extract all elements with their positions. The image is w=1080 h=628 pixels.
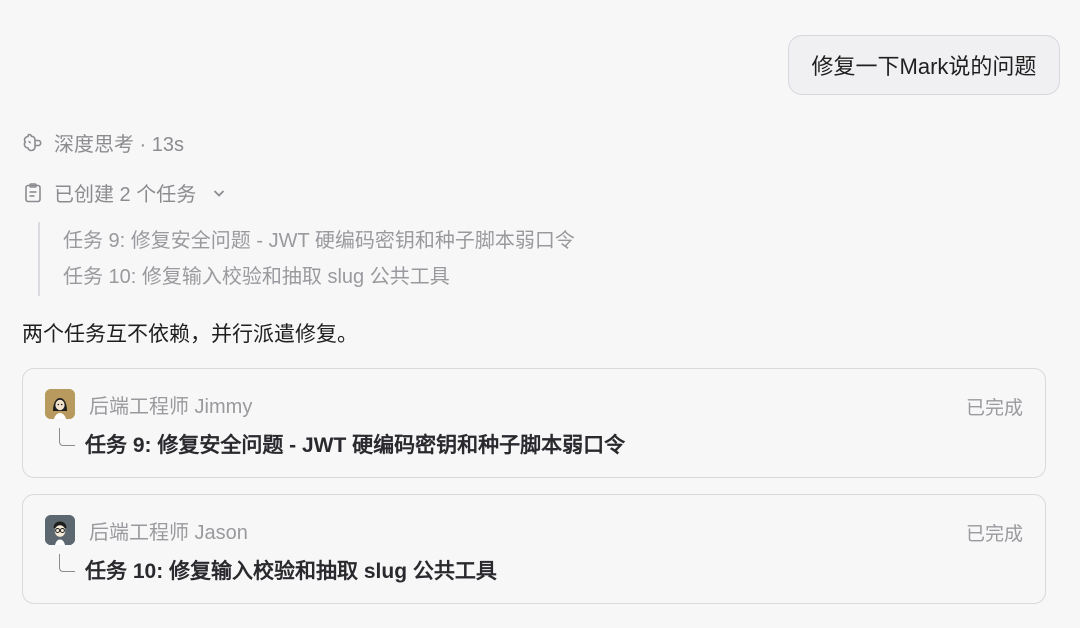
created-task-list: 任务 9: 修复安全问题 - JWT 硬编码密钥和种子脚本弱口令 任务 10: … [38,222,575,296]
thinking-label: 深度思考 · 13s [54,134,185,156]
status-badge: 已完成 [965,524,1023,545]
clipboard-icon [22,182,44,204]
agent-name: 后端工程师 Jimmy [89,395,253,418]
elbow-connector-icon [59,554,75,572]
agent-avatar-jason [45,515,75,545]
task-list-item: 任务 9: 修复安全问题 - JWT 硬编码密钥和种子脚本弱口令 [63,230,575,252]
created-tasks-toggle[interactable]: 已创建 2 个任务 [22,178,230,207]
assistant-message: 两个任务互不依赖，并行派遣修复。 [22,323,358,346]
agent-name: 后端工程师 Jason [89,521,248,544]
brain-icon [22,132,44,154]
task-list-item: 任务 10: 修复输入校验和抽取 slug 公共工具 [63,266,450,288]
agent-task-title: 任务 9: 修复安全问题 - JWT 硬编码密钥和种子脚本弱口令 [85,434,626,457]
created-tasks-label: 已创建 2 个任务 [54,184,197,206]
agent-task-card[interactable]: 后端工程师 Jimmy 已完成 任务 9: 修复安全问题 - JWT 硬编码密钥… [22,368,1046,478]
elbow-connector-icon [59,428,75,446]
status-badge: 已完成 [965,398,1023,419]
user-message-bubble: 修复一下Mark说的问题 [788,35,1060,95]
thinking-row[interactable]: 深度思考 · 13s [22,128,184,157]
agent-avatar-jimmy [45,389,75,419]
agent-task-card[interactable]: 后端工程师 Jason 已完成 任务 10: 修复输入校验和抽取 slug 公共… [22,494,1046,604]
agent-task-title: 任务 10: 修复输入校验和抽取 slug 公共工具 [85,560,497,583]
chevron-down-icon[interactable] [208,182,230,204]
